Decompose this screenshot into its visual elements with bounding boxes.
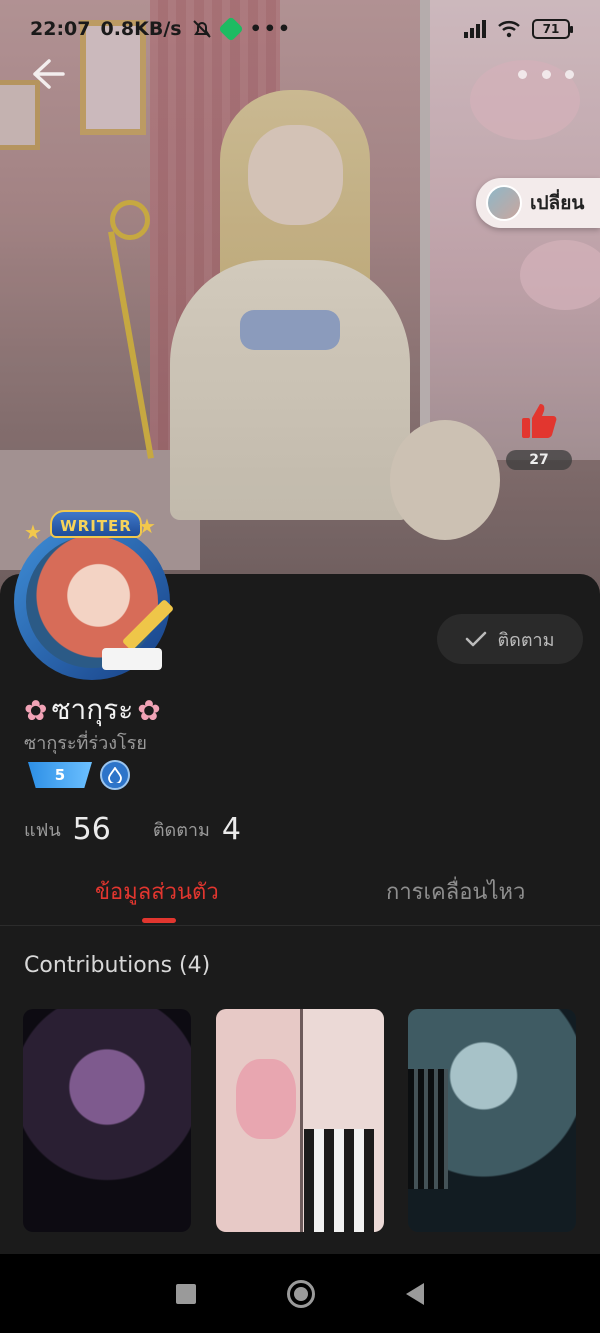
- following-count[interactable]: 4: [222, 812, 241, 847]
- droplet-icon: [108, 767, 122, 783]
- like-count: 27: [506, 450, 572, 470]
- contribution-item[interactable]: [408, 1009, 576, 1232]
- profile-subtitle: ซากุระที่ร่วงโรย: [24, 733, 147, 754]
- list-bottom: [0, 1240, 600, 1254]
- thumb-art: [304, 1129, 374, 1232]
- star-icon: ★: [24, 520, 42, 544]
- wifi-icon: [498, 21, 520, 38]
- more-options-button[interactable]: [518, 60, 574, 88]
- profile-tabs: ข้อมูลส่วนตัว การเคลื่อนไหว: [0, 862, 600, 926]
- contributions-grid: [23, 1009, 583, 1232]
- profile-name: ✿ ซากุระ ✿: [24, 688, 161, 732]
- contributions-title: Contributions (4): [24, 953, 211, 978]
- battery-level: 71: [542, 22, 560, 36]
- profile-page: 22:07 0.8KB/s ••• 71 เปลี่ยน 27 WRITER ★…: [0, 0, 600, 1333]
- flower-icon: ✿: [24, 693, 48, 727]
- status-time: 22:07: [30, 18, 91, 40]
- following-label[interactable]: ติดตาม: [153, 815, 210, 844]
- profile-stats: แฟน 56 ติดตาม 4: [24, 812, 283, 847]
- fans-count[interactable]: 56: [73, 812, 111, 847]
- fans-label[interactable]: แฟน: [24, 815, 61, 844]
- flower-icon: ✿: [137, 693, 161, 727]
- book-icon: [102, 648, 162, 670]
- tab-activity[interactable]: การเคลื่อนไหว: [386, 874, 525, 909]
- drop-badge-icon: [100, 760, 130, 790]
- back-button[interactable]: [26, 52, 70, 96]
- bell-off-icon: [192, 20, 211, 38]
- avatar[interactable]: WRITER ★ ★: [6, 510, 182, 680]
- status-more: •••: [249, 18, 293, 40]
- thumb-art: [300, 1009, 303, 1232]
- level-badge: 5: [28, 762, 92, 788]
- system-nav-bar: [0, 1254, 600, 1333]
- back-triangle-icon[interactable]: [406, 1282, 425, 1305]
- contribution-item[interactable]: [23, 1009, 191, 1232]
- star-icon: ★: [138, 514, 156, 538]
- follow-button[interactable]: ติดตาม: [437, 614, 583, 664]
- arrow-left-icon: [33, 59, 65, 89]
- thumb-art: [236, 1059, 296, 1139]
- thumb-art: [408, 1069, 448, 1189]
- profile-name-text: ซากุระ: [51, 693, 134, 726]
- vpn-icon: [217, 16, 244, 42]
- dot-icon: [518, 69, 527, 79]
- active-tab-indicator: [142, 918, 176, 923]
- follow-label: ติดตาม: [497, 629, 555, 651]
- signal-icon: [464, 20, 486, 38]
- status-bar: 22:07 0.8KB/s ••• 71: [0, 0, 600, 58]
- dot-icon: [541, 69, 551, 79]
- like-button[interactable]: 27: [504, 400, 574, 472]
- switch-label: เปลี่ยน: [530, 192, 585, 214]
- mini-avatar: [486, 185, 522, 221]
- contribution-item[interactable]: [216, 1009, 384, 1232]
- writer-badge: WRITER: [50, 510, 142, 538]
- thumbs-up-icon: [522, 404, 557, 438]
- dot-icon: [565, 69, 574, 79]
- home-icon[interactable]: [286, 1279, 315, 1308]
- status-speed: 0.8KB/s: [100, 18, 182, 40]
- check-icon: [466, 631, 487, 647]
- switch-cover-button[interactable]: เปลี่ยน: [476, 178, 600, 228]
- battery-icon: 71: [532, 19, 573, 39]
- recents-icon[interactable]: [175, 1283, 196, 1304]
- tab-profile-info[interactable]: ข้อมูลส่วนตัว: [95, 874, 219, 909]
